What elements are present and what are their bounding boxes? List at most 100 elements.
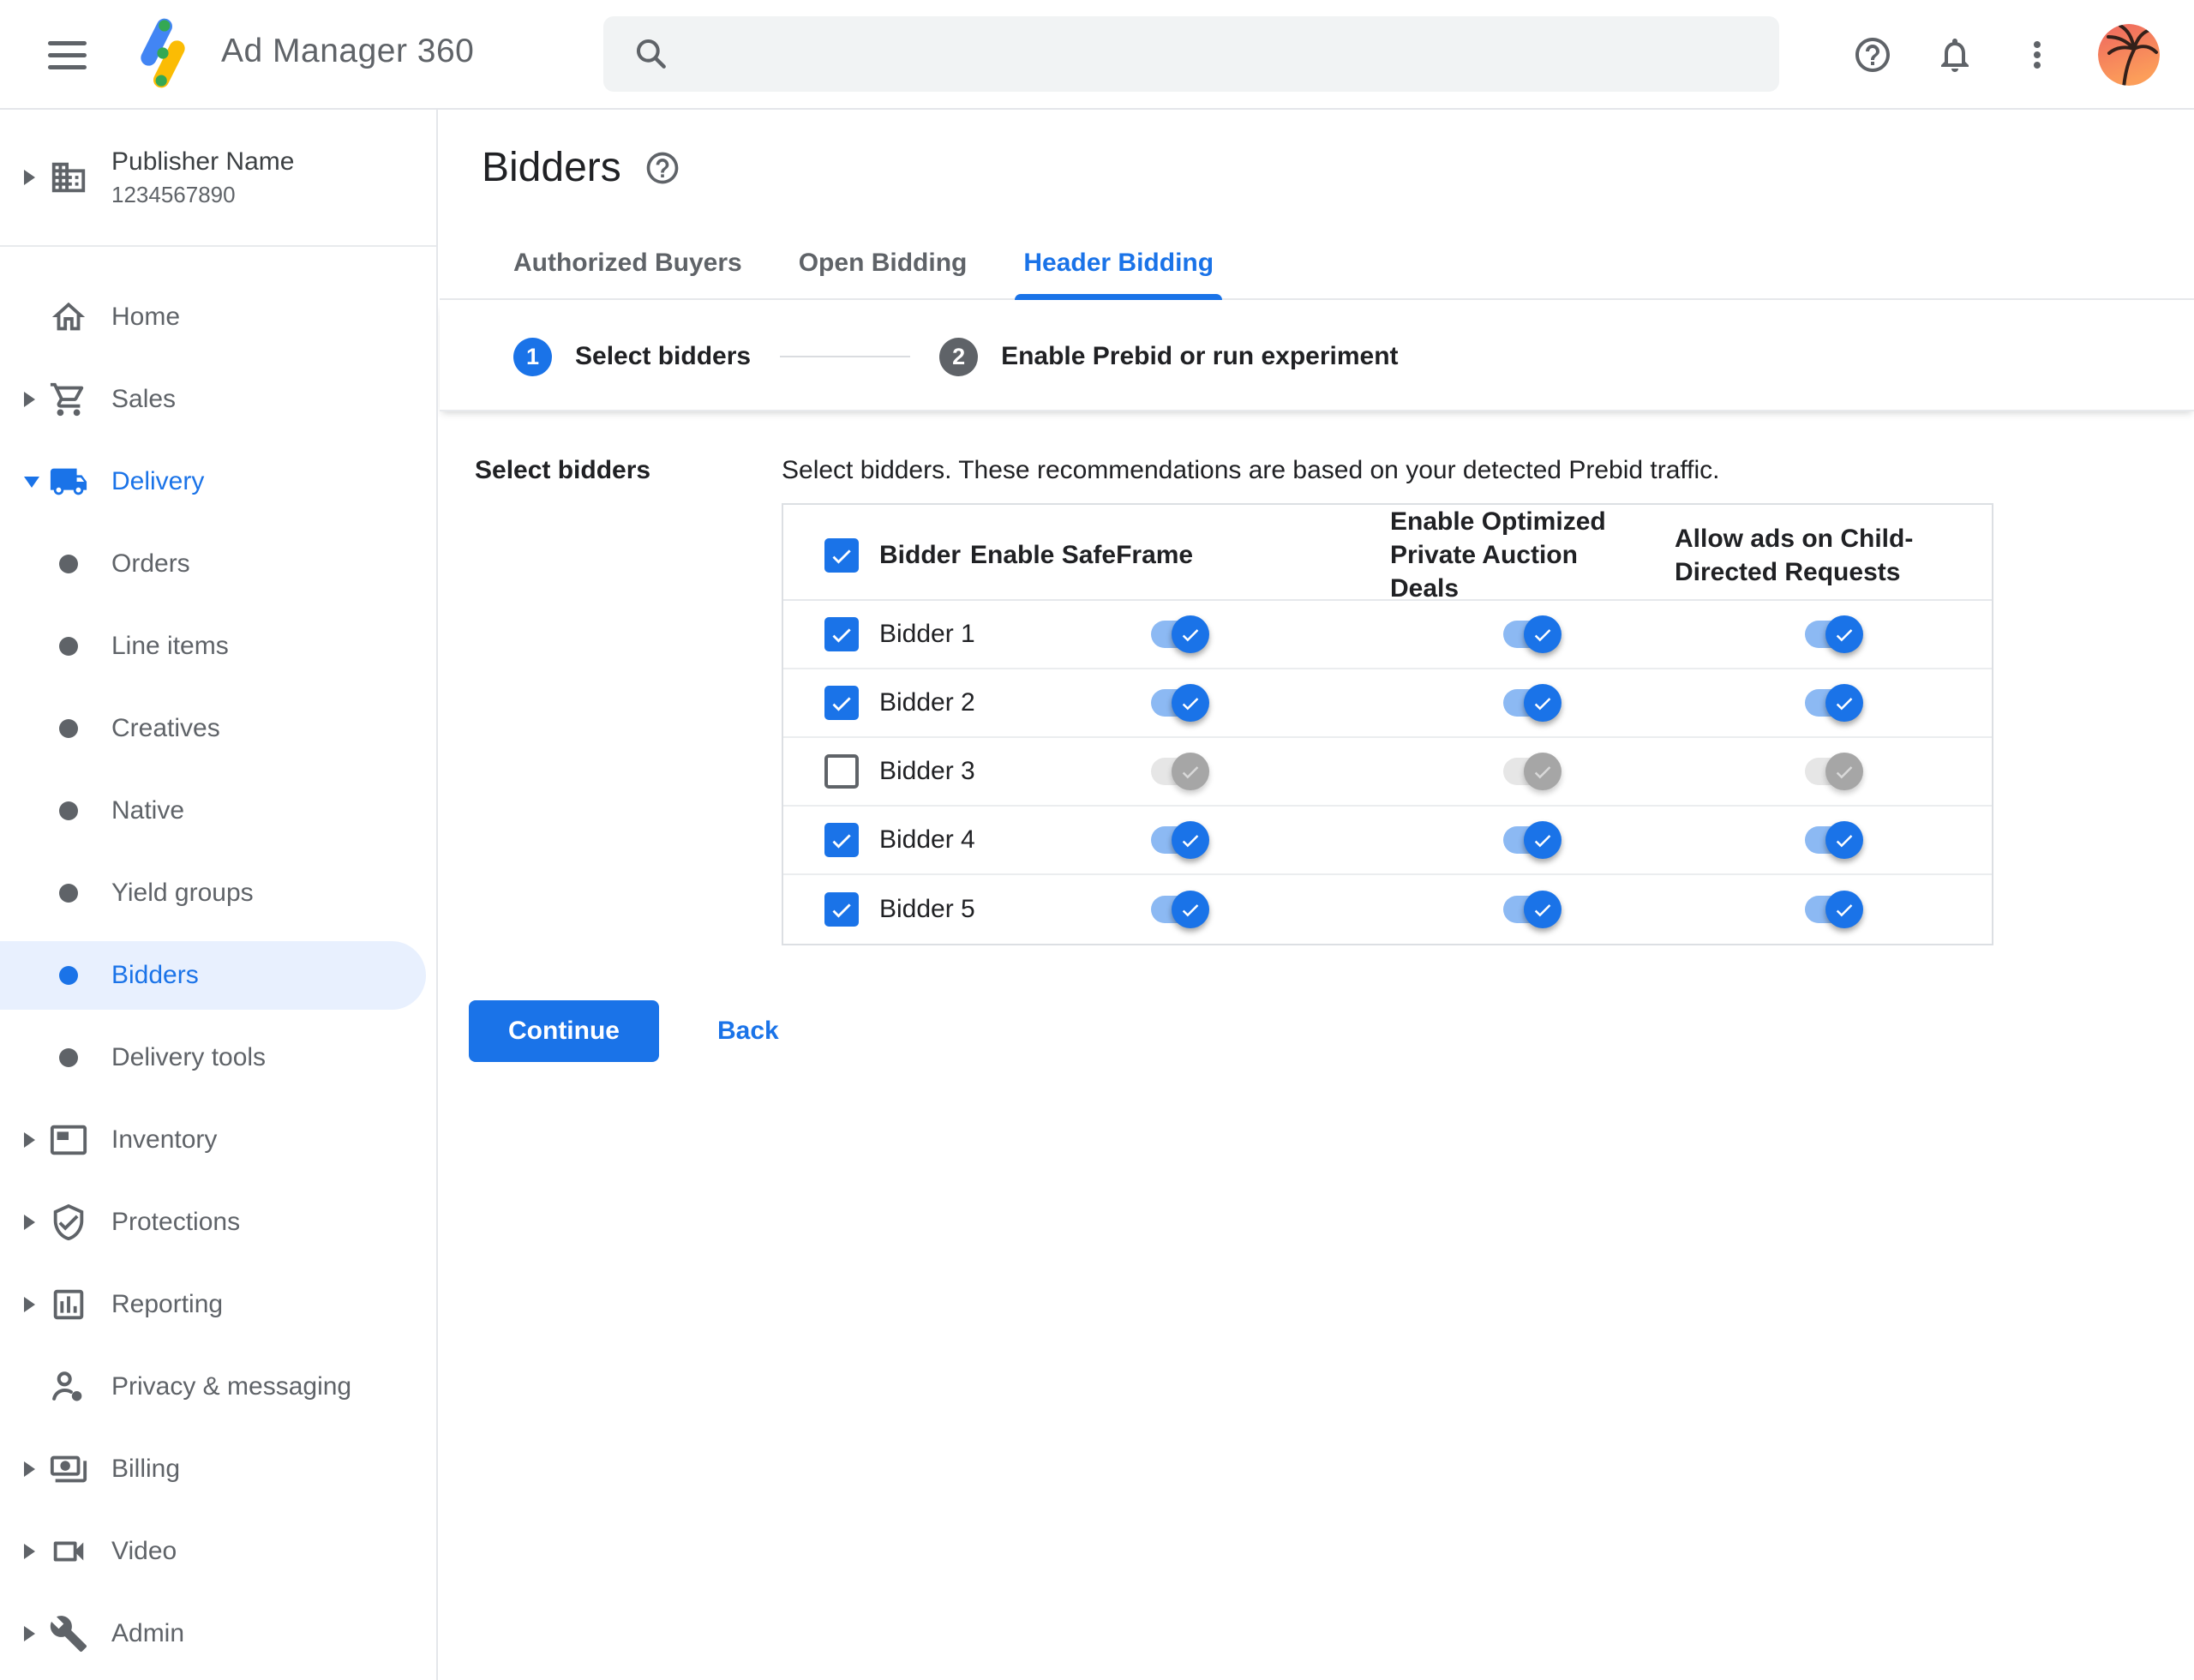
optimized-deals-toggle[interactable] xyxy=(1503,891,1562,928)
safeframe-toggle[interactable] xyxy=(1151,891,1209,928)
sidebar-item-inventory[interactable]: Inventory xyxy=(0,1099,436,1181)
tab-authorized-buyers[interactable]: Authorized Buyers xyxy=(513,249,742,298)
table-row: Bidder 5 xyxy=(783,875,1992,944)
tab-header-bidding[interactable]: Header Bidding xyxy=(1015,249,1222,300)
sidebar-item-orders[interactable]: Orders xyxy=(0,523,436,605)
bidders-table: Bidder Enable SafeFrame Enable Optimized… xyxy=(782,503,1993,945)
bullet-icon xyxy=(48,873,89,914)
table-row: Bidder 1 xyxy=(783,601,1992,669)
table-row: Bidder 2 xyxy=(783,669,1992,738)
table-row: Bidder 3 xyxy=(783,738,1992,807)
expander-caret-icon[interactable] xyxy=(24,1132,41,1148)
hamburger-menu-icon[interactable] xyxy=(48,33,93,77)
help-icon[interactable] xyxy=(1851,33,1894,76)
more-options-kebab-icon[interactable] xyxy=(2016,33,2059,76)
step-1-label: Select bidders xyxy=(575,342,752,370)
search-bar[interactable] xyxy=(603,16,1779,92)
notifications-bell-icon[interactable] xyxy=(1933,33,1976,76)
app-title: Ad Manager 360 xyxy=(221,33,475,69)
sidebar-item-protections[interactable]: Protections xyxy=(0,1181,436,1263)
bullet-icon xyxy=(48,955,89,996)
row-select-checkbox[interactable] xyxy=(824,617,859,651)
child-directed-toggle[interactable] xyxy=(1805,684,1863,722)
child-directed-toggle[interactable] xyxy=(1805,821,1863,859)
child-directed-toggle[interactable] xyxy=(1805,891,1863,928)
optimized-deals-toggle[interactable] xyxy=(1503,753,1562,790)
shopping-cart-icon xyxy=(48,379,89,420)
account-avatar[interactable] xyxy=(2098,24,2160,86)
wizard-stepper: 1 Select bidders 2 Enable Prebid or run … xyxy=(440,303,2194,411)
expander-caret-icon[interactable] xyxy=(24,1297,41,1312)
network-switcher[interactable]: Publisher Name 1234567890 xyxy=(0,110,436,247)
row-select-checkbox[interactable] xyxy=(824,686,859,720)
expander-caret-icon[interactable] xyxy=(24,1215,41,1230)
sidebar-navigation: Publisher Name 1234567890 Home Sales Del… xyxy=(0,110,438,1680)
bidder-name: Bidder 3 xyxy=(879,757,975,785)
optimized-deals-toggle[interactable] xyxy=(1503,821,1562,859)
building-icon xyxy=(48,157,89,198)
sidebar-item-yield-groups[interactable]: Yield groups xyxy=(0,852,436,934)
sidebar-item-delivery[interactable]: Delivery xyxy=(0,441,436,523)
wrench-icon xyxy=(48,1613,89,1654)
bidder-name: Bidder 2 xyxy=(879,688,975,717)
select-all-checkbox[interactable] xyxy=(824,537,859,573)
child-directed-toggle[interactable] xyxy=(1805,753,1863,790)
safeframe-toggle[interactable] xyxy=(1151,615,1209,653)
column-header-safeframe: Enable SafeFrame xyxy=(970,541,1194,569)
row-select-checkbox[interactable] xyxy=(824,823,859,857)
page-help-icon[interactable] xyxy=(644,149,681,187)
back-link[interactable]: Back xyxy=(700,1017,796,1046)
continue-button[interactable]: Continue xyxy=(469,1000,659,1062)
step-1-indicator: 1 xyxy=(513,337,552,376)
top-app-bar: Ad Manager 360 xyxy=(0,0,2194,110)
search-input[interactable] xyxy=(691,39,1779,69)
sidebar-item-bidders[interactable]: Bidders xyxy=(0,941,426,1010)
sidebar-item-admin[interactable]: Admin xyxy=(0,1593,436,1675)
section-description: Select bidders. These recommendations ar… xyxy=(782,456,1720,484)
row-select-checkbox[interactable] xyxy=(824,892,859,927)
optimized-deals-toggle[interactable] xyxy=(1503,684,1562,722)
stepper-connector xyxy=(780,356,911,357)
child-directed-toggle[interactable] xyxy=(1805,615,1863,653)
publisher-network-id: 1234567890 xyxy=(111,181,236,207)
bidder-name: Bidder 4 xyxy=(879,825,975,854)
expander-caret-icon[interactable] xyxy=(24,392,41,407)
safeframe-toggle[interactable] xyxy=(1151,684,1209,722)
sidebar-item-billing[interactable]: Billing xyxy=(0,1428,436,1510)
table-header-row: Bidder Enable SafeFrame Enable Optimized… xyxy=(783,505,1992,603)
sidebar-item-sales[interactable]: Sales xyxy=(0,358,436,441)
tab-open-bidding[interactable]: Open Bidding xyxy=(799,249,968,298)
bullet-icon xyxy=(48,708,89,749)
videocam-icon xyxy=(48,1531,89,1572)
person-privacy-icon xyxy=(48,1366,89,1407)
expander-caret-icon[interactable] xyxy=(24,170,41,185)
sidebar-item-home[interactable]: Home xyxy=(0,276,436,358)
collapse-caret-icon[interactable] xyxy=(24,476,41,488)
publisher-name: Publisher Name xyxy=(111,147,295,176)
column-header-child-directed: Allow ads on Child-Directed Requests xyxy=(1675,524,1914,586)
shield-check-icon xyxy=(48,1202,89,1243)
main-content: Bidders Authorized Buyers Open Bidding H… xyxy=(440,110,2194,1680)
step-2-label: Enable Prebid or run experiment xyxy=(1001,342,1399,370)
expander-caret-icon[interactable] xyxy=(24,1626,41,1641)
optimized-deals-toggle[interactable] xyxy=(1503,615,1562,653)
sidebar-item-native[interactable]: Native xyxy=(0,770,436,852)
sidebar-item-delivery-tools[interactable]: Delivery tools xyxy=(0,1017,436,1099)
expander-caret-icon[interactable] xyxy=(24,1544,41,1559)
sidebar-item-reporting[interactable]: Reporting xyxy=(0,1263,436,1346)
expander-caret-icon[interactable] xyxy=(24,1461,41,1477)
bidder-name: Bidder 1 xyxy=(879,620,975,648)
payments-icon xyxy=(48,1449,89,1490)
safeframe-toggle[interactable] xyxy=(1151,753,1209,790)
column-header-optimized-deals: Enable Optimized Private Auction Deals xyxy=(1390,507,1606,603)
row-select-checkbox[interactable] xyxy=(824,754,859,789)
bidder-name: Bidder 5 xyxy=(879,895,975,923)
sidebar-item-video[interactable]: Video xyxy=(0,1510,436,1593)
table-row: Bidder 4 xyxy=(783,807,1992,875)
bullet-icon xyxy=(48,790,89,831)
bullet-icon xyxy=(48,543,89,585)
sidebar-item-creatives[interactable]: Creatives xyxy=(0,687,436,770)
sidebar-item-privacy-messaging[interactable]: Privacy & messaging xyxy=(0,1346,436,1428)
safeframe-toggle[interactable] xyxy=(1151,821,1209,859)
sidebar-item-line-items[interactable]: Line items xyxy=(0,605,436,687)
